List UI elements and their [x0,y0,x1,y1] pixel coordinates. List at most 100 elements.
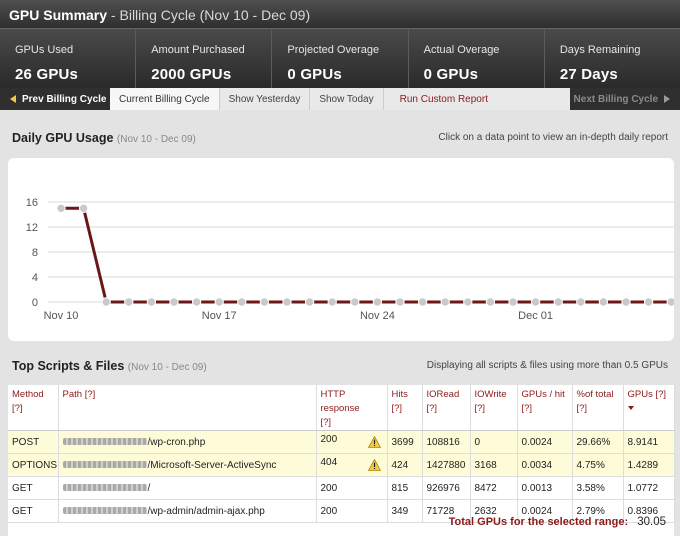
cell-text: 3699 [391,436,414,448]
table-row[interactable]: OPTIONS/Microsoft-Server-ActiveSync 404 42… [8,453,675,477]
cell-text: 424 [391,459,409,471]
cell-per_hit: 0.0034 [517,453,573,477]
col-label: Path [62,389,83,400]
data-point[interactable] [56,203,66,213]
data-point[interactable] [372,297,383,307]
help-link[interactable]: [?] [321,416,387,430]
data-point[interactable] [327,297,337,307]
tab-show-today[interactable]: Show Today [310,88,384,110]
data-point[interactable] [553,297,563,307]
data-point[interactable] [259,297,270,307]
col-label: GPUs [627,389,653,400]
data-point[interactable] [350,297,360,307]
help-link[interactable]: [?] [522,402,572,416]
data-point[interactable] [508,297,518,307]
help-link[interactable]: [?] [577,402,623,416]
cell-text: 0.0034 [521,459,553,471]
table-row[interactable]: POST/wp-cron.php 200 3699 108816 0 0.0024 29.6… [8,430,675,454]
cell-method: OPTIONS [8,453,59,477]
col-gpus-per-hit[interactable]: GPUs / hit [?] [517,385,573,431]
cell-http: 200 [316,476,388,500]
data-point[interactable] [576,297,586,307]
page-title: GPU Summary - Billing Cycle (Nov 10 - De… [0,0,680,28]
stat-label: Actual Overage [423,44,500,56]
cell-hits: 3699 [387,430,423,454]
data-point[interactable] [146,297,157,307]
help-link[interactable]: [?] [475,402,517,416]
col-ioread[interactable]: IORead [?] [422,385,471,431]
cell-text: 200 [320,433,338,445]
nav-spacer [509,88,570,110]
col-path[interactable]: Path [?] [58,385,317,431]
tab-current-billing-cycle[interactable]: Current Billing Cycle [110,88,220,110]
col-method[interactable]: Method [?] [8,385,59,431]
data-point[interactable] [101,297,111,307]
col-iowrite[interactable]: IOWrite [?] [470,385,518,431]
data-point[interactable] [78,203,89,213]
cell-text: 108816 [426,436,460,448]
data-point[interactable] [463,297,473,307]
stat-value: 27 Days [559,66,618,83]
col-hits[interactable]: Hits [?] [387,385,423,431]
help-link[interactable]: [?] [85,389,96,400]
data-point[interactable] [214,297,224,307]
data-point[interactable] [530,297,541,307]
col-label: Method [12,389,44,400]
data-point[interactable] [598,297,609,307]
data-point[interactable] [417,297,428,307]
cell-iowrite: 8472 [470,476,518,500]
usage-chart: 0 4 8 12 16 Nov 10 Nov 17 Nov 24 Dec 01 [8,158,674,341]
cell-per_hit: 0.0013 [517,476,573,500]
help-link[interactable]: [?] [655,389,666,400]
next-label: Next Billing Cycle [573,93,658,105]
cell-text: 3.58% [576,482,605,494]
cell-path: / [58,476,317,500]
cell-http: 404 [316,453,388,477]
cell-text: / [147,482,151,494]
col-gpus[interactable]: GPUs [?] [623,385,675,431]
data-point[interactable] [237,297,247,307]
data-point[interactable] [485,297,496,307]
cell-text: OPTIONS [12,459,58,471]
help-link[interactable]: [?] [12,402,58,416]
data-point[interactable] [621,297,631,307]
col-percent-total[interactable]: %of total [?] [572,385,624,431]
tab-show-yesterday[interactable]: Show Yesterday [219,88,311,110]
help-link[interactable]: [?] [392,402,422,416]
col-http-response[interactable]: HTTP response [?] [316,385,388,431]
scripts-table-wrap: Method [?] Path [?] HTTP response [?] Hits… [8,385,675,536]
data-point[interactable] [395,297,405,307]
cell-text: 3168 [474,459,497,471]
sort-desc-icon[interactable] [627,402,674,416]
table-row[interactable]: GET / 200 815 926976 8472 0.0013 3.58% 1.0772 [8,476,675,500]
total-row: Total GPUs for the selected range: 30.05 [8,510,674,536]
prev-billing-cycle-button[interactable]: Prev Billing Cycle [0,88,110,110]
data-point[interactable] [169,297,179,307]
cell-text: 0.0013 [521,482,553,494]
cell-hits: 424 [387,453,423,477]
stat-label: GPUs Used [15,44,74,56]
data-point[interactable] [124,297,134,307]
cell-text: 0 [474,436,481,448]
cell-hits: 815 [387,476,423,500]
stat-value: 0 GPUs [287,66,342,83]
scripts-title-text: Top Scripts & Files [12,359,125,373]
y-tick-label: 4 [32,272,38,284]
data-point[interactable] [440,297,450,307]
cell-gpus: 8.9141 [623,430,675,454]
x-tick-label: Nov 24 [360,310,395,322]
run-custom-report-link[interactable]: Run Custom Report [383,88,510,110]
scripts-title: Top Scripts & Files (Nov 10 - Dec 09) [12,359,207,373]
data-point[interactable] [666,297,674,307]
next-billing-cycle-button[interactable]: Next Billing Cycle [570,88,680,110]
cell-text: 1.0772 [627,482,659,494]
cell-iowrite: 0 [470,430,518,454]
cell-text: 8.9141 [627,436,659,448]
cell-gpus: 1.0772 [623,476,675,500]
data-point[interactable] [304,297,315,307]
data-point[interactable] [643,297,654,307]
cell-text: 1.4289 [627,459,659,471]
data-point[interactable] [191,297,202,307]
data-point[interactable] [282,297,292,307]
help-link[interactable]: [?] [427,402,470,416]
